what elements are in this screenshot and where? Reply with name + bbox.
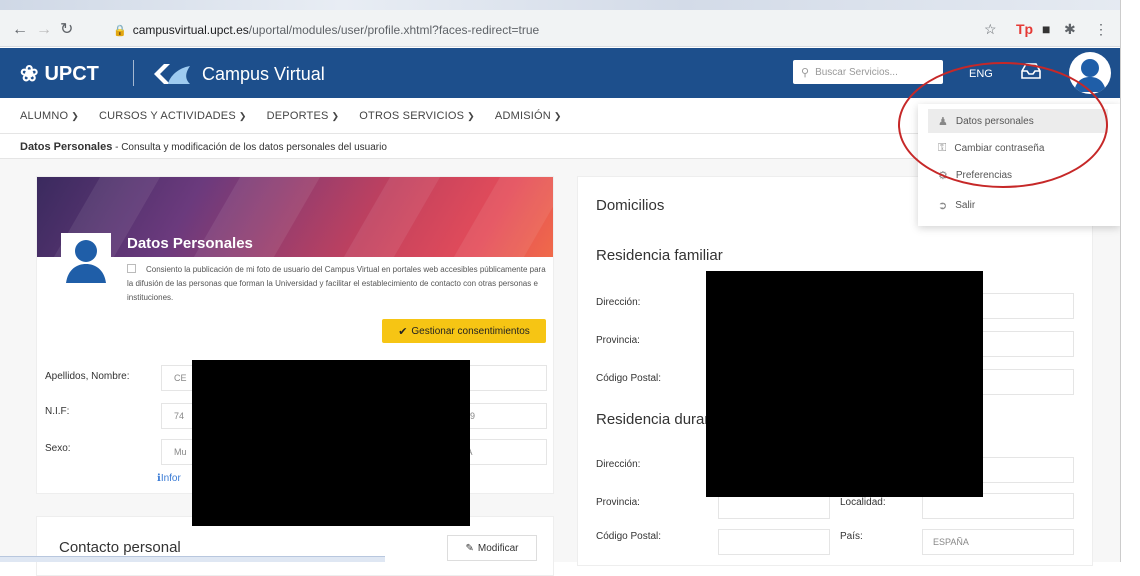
label-localidad-during: Localidad: xyxy=(840,497,886,508)
lock-icon: 🔒 xyxy=(113,24,127,37)
campus-virtual-logo[interactable]: Campus Virtual xyxy=(150,62,325,86)
shield-check-icon: ✔ xyxy=(398,325,408,338)
info-link[interactable]: ℹInfor xyxy=(157,473,181,484)
address-bar[interactable]: 🔒 campusvirtual.upct.es /uportal/modules… xyxy=(103,18,1037,42)
cp-during-field xyxy=(718,529,830,555)
label-pais-during: País: xyxy=(840,531,863,542)
extension-tp-icon[interactable]: Tp xyxy=(1016,21,1033,37)
label-provincia-family: Provincia: xyxy=(596,335,640,346)
language-toggle[interactable]: ENG xyxy=(969,68,993,80)
chevron-down-icon: ❯ xyxy=(553,110,562,121)
label-provincia-during: Provincia: xyxy=(596,497,640,508)
header-divider xyxy=(133,60,134,86)
profile-avatar-icon xyxy=(66,240,106,283)
label-cp-during: Código Postal: xyxy=(596,531,662,542)
label-direccion-during: Dirección: xyxy=(596,459,641,470)
browser-toolbar: ← → ↻ 🔒 campusvirtual.upct.es /uportal/m… xyxy=(0,0,1140,47)
user-avatar[interactable] xyxy=(1069,52,1111,94)
redaction-left xyxy=(192,360,470,526)
avatar-icon xyxy=(1074,59,1106,92)
back-icon[interactable]: ← xyxy=(12,22,28,38)
campus-title: Campus Virtual xyxy=(202,63,325,84)
name-value: CE xyxy=(174,373,187,383)
reload-icon[interactable]: ↻ xyxy=(60,22,73,38)
menu-item-salir[interactable]: ➲ Salir xyxy=(928,193,1108,217)
status-bar xyxy=(0,556,385,562)
menu-item-preferencias[interactable]: ⚙ Preferencias xyxy=(928,163,1108,187)
tab-strip xyxy=(0,0,1140,10)
lock-icon: ⚿ xyxy=(938,141,947,154)
menu-dots-icon[interactable]: ⋮ xyxy=(1094,21,1108,37)
chevron-down-icon: ❯ xyxy=(71,110,80,121)
chevron-down-icon: ❯ xyxy=(331,110,340,121)
family-residence-title: Residencia familiar xyxy=(596,247,723,264)
search-placeholder: Buscar Servicios... xyxy=(815,66,898,78)
campus-virtual-icon xyxy=(154,64,190,84)
upct-emblem-icon: ❀ xyxy=(20,61,39,86)
forward-icon[interactable]: → xyxy=(36,22,52,38)
chevron-down-icon: ❯ xyxy=(467,110,475,121)
extension-film-icon[interactable]: ■ xyxy=(1042,21,1050,37)
field-label-name: Apellidos, Nombre: xyxy=(45,371,130,382)
edit-icon: ✎ xyxy=(465,542,474,554)
nav-alumno[interactable]: ALUMNO ❯ xyxy=(20,110,79,122)
page-description: - Consulta y modificación de los datos p… xyxy=(112,142,387,153)
consent-text-block: Consiento la publicación de mi foto de u… xyxy=(127,263,547,305)
nav-cursos[interactable]: CURSOS Y ACTIVIDADES ❯ xyxy=(99,110,247,122)
profile-photo xyxy=(61,233,111,293)
field-label-nif: N.I.F: xyxy=(45,406,70,417)
search-input[interactable]: ⚲ Buscar Servicios... xyxy=(793,60,943,84)
manage-consent-label: Gestionar consentimientos xyxy=(411,325,530,337)
contact-title: Contacto personal xyxy=(59,539,181,556)
modify-button[interactable]: ✎ Modificar xyxy=(447,535,537,561)
brand-text: UPCT xyxy=(44,62,99,85)
redaction-right xyxy=(706,271,983,497)
nif-value: 74 xyxy=(174,411,185,421)
menu-item-cambiar-contrasena[interactable]: ⚿ Cambiar contraseña xyxy=(928,136,1108,160)
nav-deportes[interactable]: DEPORTES ❯ xyxy=(267,110,340,122)
search-icon: ⚲ xyxy=(801,66,810,79)
breadcrumb: Datos Personales - Consulta y modificaci… xyxy=(20,141,387,153)
inbox-icon[interactable] xyxy=(1020,62,1042,80)
profile-banner xyxy=(37,177,553,257)
upct-logo[interactable]: ❀ UPCT xyxy=(20,61,99,87)
addresses-title: Domicilios xyxy=(596,197,665,214)
during-residence-title: Residencia duran xyxy=(596,411,713,428)
site-header: ❀ UPCT Campus Virtual ⚲ Buscar Servicios… xyxy=(0,48,1120,98)
url-domain: campusvirtual.upct.es xyxy=(132,23,249,37)
menu-item-datos-personales[interactable]: ♟ Datos personales xyxy=(928,109,1108,133)
modify-label: Modificar xyxy=(477,542,519,554)
sexo-value: Mu xyxy=(174,447,187,457)
logout-icon: ➲ xyxy=(938,199,948,212)
window-edge xyxy=(1120,0,1140,562)
nav-admision[interactable]: ADMISIÓN ❯ xyxy=(495,110,562,122)
consent-text: Consiento la publicación de mi foto de u… xyxy=(127,265,546,302)
pais-during-field: ESPAÑA xyxy=(922,529,1074,555)
page-title: Datos Personales xyxy=(20,141,113,153)
user-dropdown-menu: ♟ Datos personales ⚿ Cambiar contraseña … xyxy=(918,104,1120,226)
chevron-down-icon: ❯ xyxy=(238,110,247,121)
manage-consent-button[interactable]: ✔ Gestionar consentimientos xyxy=(382,319,546,343)
url-path: /uportal/modules/user/profile.xhtml?face… xyxy=(248,23,540,37)
label-direccion-family: Dirección: xyxy=(596,297,641,308)
nav-otros-servicios[interactable]: OTROS SERVICIOS ❯ xyxy=(359,110,475,122)
pais-value: ESPAÑA xyxy=(933,537,969,547)
field-label-sexo: Sexo: xyxy=(45,443,71,454)
extensions-puzzle-icon[interactable]: ✱ xyxy=(1064,21,1076,37)
star-icon[interactable]: ☆ xyxy=(984,21,997,37)
gear-icon: ⚙ xyxy=(938,169,948,182)
label-cp-family: Código Postal: xyxy=(596,373,662,384)
consent-checkbox[interactable] xyxy=(127,264,136,273)
personal-data-title: Datos Personales xyxy=(127,235,253,252)
user-icon: ♟ xyxy=(938,115,948,128)
